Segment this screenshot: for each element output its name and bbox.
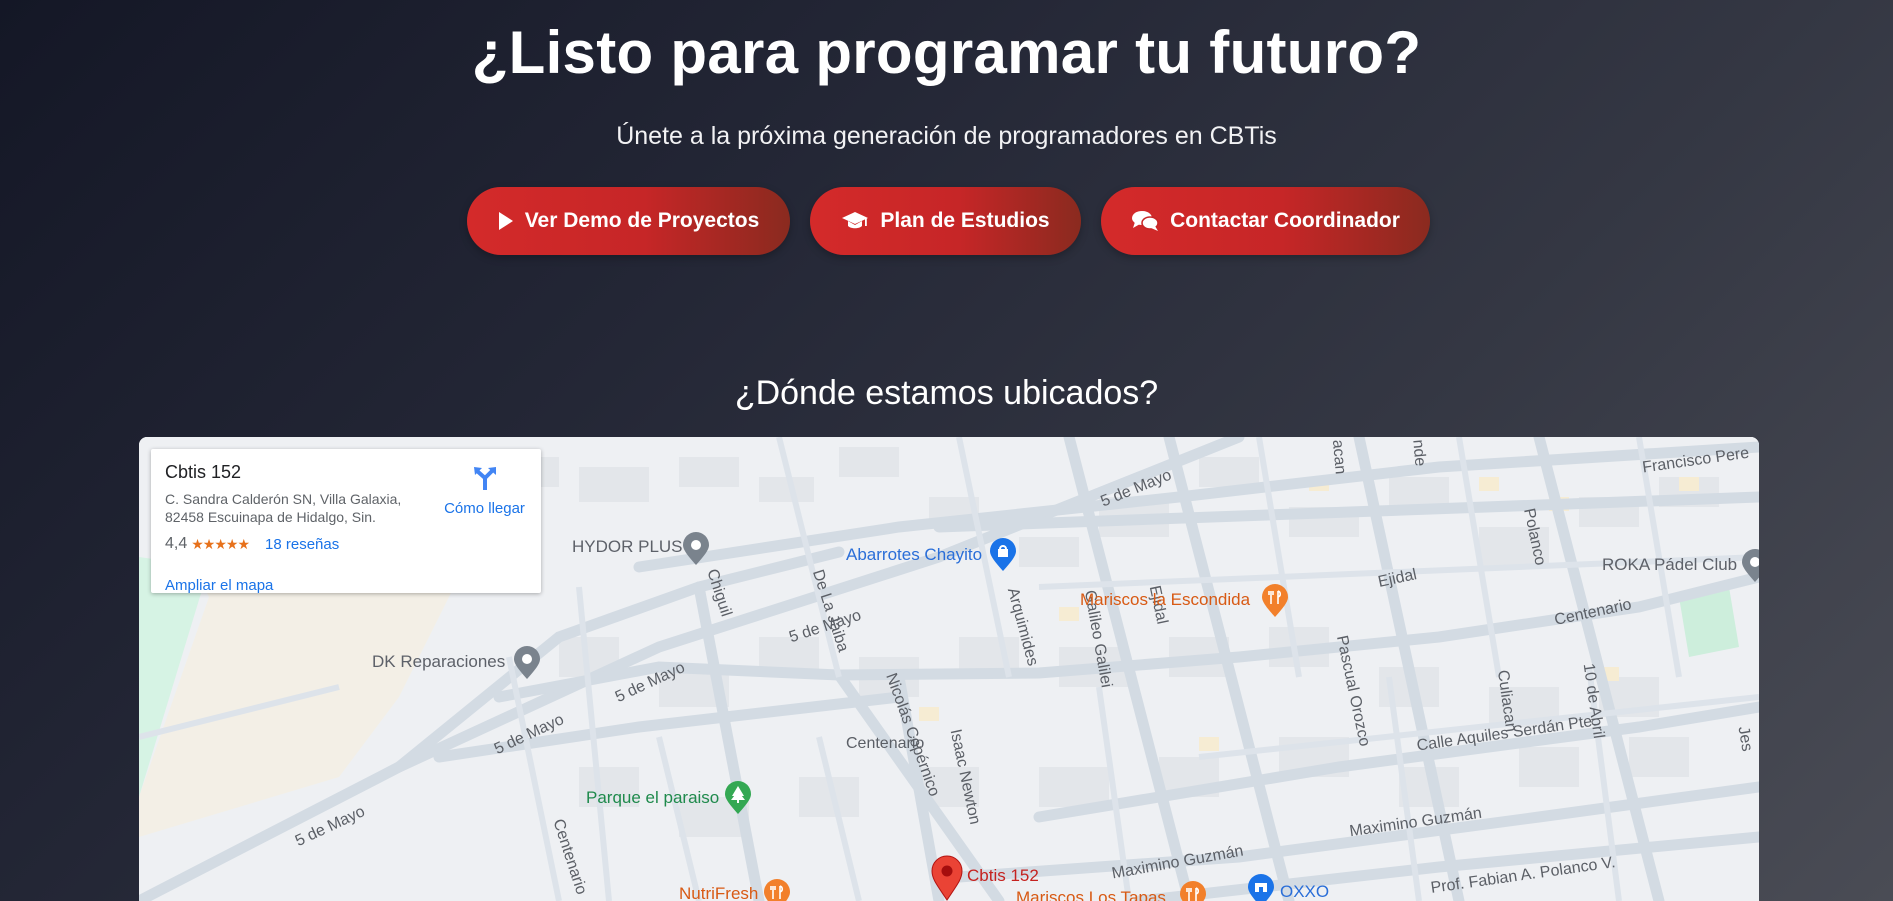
shopping-pin-icon[interactable] xyxy=(989,538,1017,577)
restaurant-pin-icon[interactable] xyxy=(1261,584,1289,623)
address-line-2: 82458 Escuinapa de Hidalgo, Sin. xyxy=(165,509,376,525)
address-line-1: C. Sandra Calderón SN, Villa Galaxia, xyxy=(165,491,402,507)
store-pin-icon[interactable] xyxy=(1247,874,1275,901)
restaurant-pin-icon[interactable] xyxy=(1179,881,1207,901)
poi-label[interactable]: HYDOR PLUS xyxy=(572,538,683,555)
view-demo-label: Ver Demo de Proyectos xyxy=(524,209,760,232)
cta-button-row: Ver Demo de Proyectos Plan de Estudios C… xyxy=(0,187,1893,255)
contact-coordinator-label: Contactar Coordinador xyxy=(1170,209,1400,232)
street-label: nde xyxy=(1409,438,1429,467)
map-pin-icon[interactable] xyxy=(682,532,710,571)
reviews-link[interactable]: 18 reseñas xyxy=(265,536,339,553)
selected-location-pin-icon[interactable] xyxy=(931,855,963,901)
place-info-card: Cbtis 152 C. Sandra Calderón SN, Villa G… xyxy=(151,449,541,594)
street-label: Jes xyxy=(1734,725,1756,753)
enlarge-map-link[interactable]: Ampliar el mapa xyxy=(165,577,273,594)
graduation-cap-icon xyxy=(841,211,869,231)
park-pin-icon[interactable] xyxy=(724,781,752,820)
location-section-title: ¿Dónde estamos ubicados? xyxy=(734,374,1159,412)
place-rating: 4,4 ★★★★★ 18 reseñas xyxy=(165,535,339,553)
play-icon xyxy=(498,211,514,231)
restaurant-pin-icon[interactable] xyxy=(763,879,791,901)
hero-subtitle: Únete a la próxima generación de program… xyxy=(616,122,1277,150)
place-name: Cbtis 152 xyxy=(165,462,242,482)
contact-coordinator-button[interactable]: Contactar Coordinador xyxy=(1101,187,1430,255)
hero-title: ¿Listo para programar tu futuro? xyxy=(471,19,1422,86)
embedded-map[interactable]: Cbtis 152 C. Sandra Calderón SN, Villa G… xyxy=(139,437,1759,901)
poi-label[interactable]: Abarrotes Chayito xyxy=(846,546,982,563)
street-label: acan xyxy=(1328,438,1349,475)
poi-label[interactable]: DK Reparaciones xyxy=(372,653,505,670)
view-demo-button[interactable]: Ver Demo de Proyectos xyxy=(467,187,790,255)
directions-icon xyxy=(472,467,498,495)
poi-label[interactable]: ROKA Pádel Club xyxy=(1602,556,1737,573)
map-pin-icon[interactable] xyxy=(1741,549,1759,588)
directions-button[interactable]: Cómo llegar xyxy=(437,465,532,517)
chat-bubbles-icon xyxy=(1131,210,1159,232)
poi-label[interactable]: Mariscos la Escondida xyxy=(1080,591,1250,608)
rating-stars-icon: ★★★★★ xyxy=(191,535,250,552)
street-label: Centenario xyxy=(846,735,925,752)
poi-label[interactable]: NutriFresh xyxy=(679,885,758,901)
poi-label[interactable]: Mariscos Los Tapas xyxy=(1016,889,1166,901)
poi-label[interactable]: OXXO xyxy=(1280,883,1329,900)
poi-label[interactable]: Parque el paraiso xyxy=(586,789,719,806)
map-pin-icon[interactable] xyxy=(513,646,541,685)
study-plan-button[interactable]: Plan de Estudios xyxy=(810,187,1081,255)
study-plan-label: Plan de Estudios xyxy=(880,209,1050,232)
poi-label[interactable]: Cbtis 152 xyxy=(967,867,1039,884)
rating-value: 4,4 xyxy=(165,535,188,552)
directions-label: Cómo llegar xyxy=(444,500,525,517)
place-address: C. Sandra Calderón SN, Villa Galaxia, 82… xyxy=(165,490,425,526)
